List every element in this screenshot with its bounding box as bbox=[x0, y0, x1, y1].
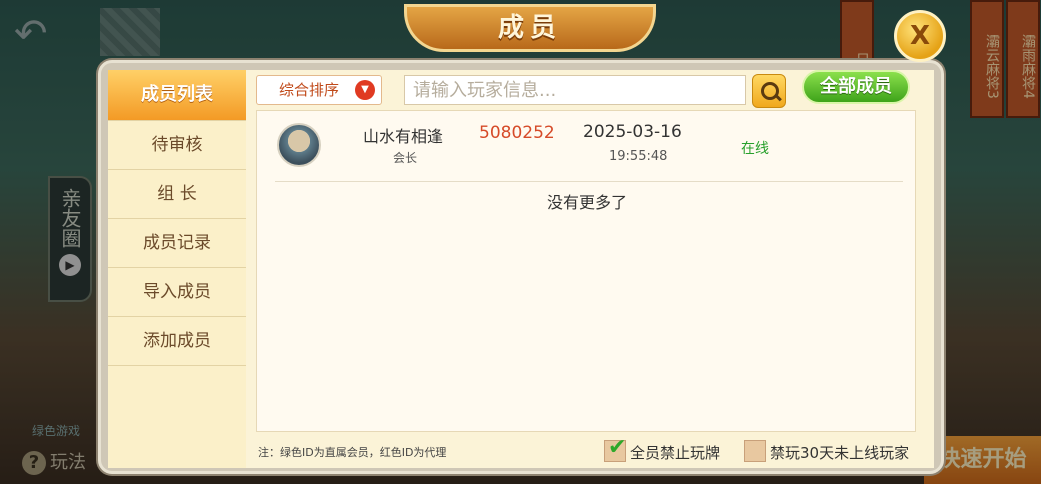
search-button[interactable] bbox=[752, 74, 786, 108]
list-end-text: 没有更多了 bbox=[546, 193, 627, 212]
close-button[interactable]: X bbox=[894, 10, 946, 62]
list-item[interactable]: 山水有相逢 会长 5080252 2025-03-16 19:55:48 在线 bbox=[275, 111, 903, 182]
checkmark-icon: ✔ bbox=[608, 435, 627, 460]
avatar[interactable] bbox=[277, 123, 321, 167]
sidebar-item-import-members[interactable]: 导入成员 bbox=[108, 268, 246, 317]
sidebar-item-member-records[interactable]: 成员记录 bbox=[108, 219, 246, 268]
status-badge: 在线 bbox=[741, 141, 769, 157]
sort-label: 综合排序 bbox=[279, 81, 340, 99]
sidebar-item-pending[interactable]: 待审核 bbox=[108, 121, 246, 170]
search-input[interactable] bbox=[404, 75, 746, 105]
dialog-title-plate: 成员 bbox=[404, 4, 656, 52]
member-list: 山水有相逢 会长 5080252 2025-03-16 19:55:48 在线 … bbox=[256, 110, 916, 432]
sidebar-item-group-leader[interactable]: 组 长 bbox=[108, 170, 246, 219]
chevron-down-icon: ▼ bbox=[355, 80, 375, 100]
member-id: 5080252 bbox=[479, 123, 555, 143]
member-role: 会长 bbox=[393, 151, 418, 165]
member-time: 19:55:48 bbox=[609, 149, 668, 164]
all-members-button[interactable]: 全部成员 bbox=[802, 70, 910, 104]
dialog-title: 成员 bbox=[497, 13, 562, 43]
legend-note: 注：绿色ID为直属会员，红色ID为代理 bbox=[258, 446, 447, 459]
ban-all-label: 全员禁止玩牌 bbox=[630, 444, 721, 462]
sidebar-item-member-list[interactable]: 成员列表 bbox=[108, 70, 246, 121]
member-sidebar: 成员列表 待审核 组 长 成员记录 导入成员 添加成员 bbox=[108, 70, 246, 468]
ban-all-checkbox[interactable]: ✔ bbox=[604, 435, 626, 462]
ban-inactive-checkbox[interactable] bbox=[744, 440, 766, 462]
member-name: 山水有相逢 bbox=[363, 127, 444, 146]
sort-dropdown[interactable]: 综合排序 ▼ bbox=[256, 75, 382, 105]
ban-inactive-label: 禁玩30天未上线玩家 bbox=[770, 444, 910, 462]
member-date: 2025-03-16 bbox=[583, 122, 682, 142]
sidebar-item-add-member[interactable]: 添加成员 bbox=[108, 317, 246, 366]
